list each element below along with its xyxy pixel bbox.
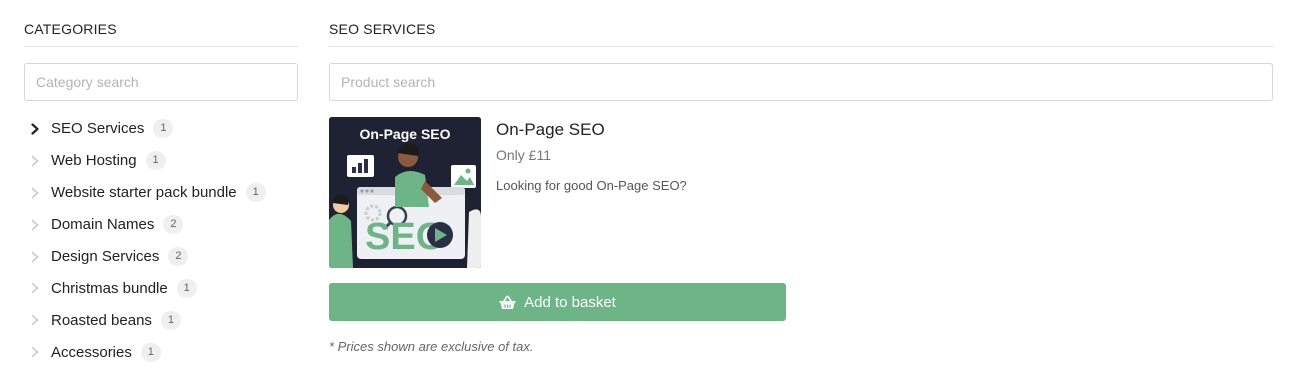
chevron-right-icon [28, 154, 42, 168]
category-list: SEO Services 1 Web Hosting 1 Website sta… [24, 113, 298, 368]
category-item-website-starter-pack-bundle[interactable]: Website starter pack bundle 1 [24, 177, 298, 209]
product-name[interactable]: On-Page SEO [496, 120, 687, 140]
category-item-christmas-bundle[interactable]: Christmas bundle 1 [24, 272, 298, 304]
category-item-domain-names[interactable]: Domain Names 2 [24, 209, 298, 241]
product-description: Looking for good On-Page SEO? [496, 178, 687, 193]
category-item-web-hosting[interactable]: Web Hosting 1 [24, 145, 298, 177]
category-item-roasted-beans[interactable]: Roasted beans 1 [24, 304, 298, 336]
categories-heading: CATEGORIES [24, 21, 117, 37]
category-divider [329, 46, 1273, 47]
tax-note: * Prices shown are exclusive of tax. [329, 339, 533, 354]
category-label: Domain Names [51, 216, 154, 233]
category-label: SEO Services [51, 120, 144, 137]
category-count-badge: 1 [153, 119, 173, 138]
chevron-right-icon [28, 186, 42, 200]
chevron-right-icon [28, 313, 42, 327]
categories-divider [24, 46, 298, 47]
chevron-right-icon [28, 345, 42, 359]
product-search-input[interactable] [329, 63, 1273, 101]
category-item-accessories[interactable]: Accessories 1 [24, 336, 298, 368]
product-image[interactable]: On-Page SEO SEO [329, 117, 481, 268]
add-to-basket-label: Add to basket [524, 294, 616, 311]
chevron-right-icon [28, 250, 42, 264]
chevron-right-icon [28, 218, 42, 232]
product-card: On-Page SEO SEO [329, 117, 785, 268]
category-count-badge: 1 [146, 151, 166, 170]
category-search-input[interactable] [24, 63, 298, 101]
category-item-seo-services[interactable]: SEO Services 1 [24, 113, 298, 145]
category-item-design-services[interactable]: Design Services 2 [24, 241, 298, 273]
category-label: Web Hosting [51, 152, 137, 169]
add-to-basket-button[interactable]: Add to basket [329, 283, 786, 321]
category-count-badge: 1 [161, 311, 181, 330]
basket-icon [499, 295, 516, 310]
category-label: Website starter pack bundle [51, 184, 237, 201]
category-count-badge: 2 [163, 215, 183, 234]
product-info: On-Page SEO Only £11 Looking for good On… [496, 117, 687, 193]
product-price: Only £11 [496, 147, 687, 163]
category-label: Christmas bundle [51, 280, 168, 297]
category-count-badge: 2 [168, 247, 188, 266]
chevron-right-icon [28, 122, 42, 136]
category-label: Roasted beans [51, 312, 152, 329]
chevron-right-icon [28, 281, 42, 295]
category-label: Accessories [51, 344, 132, 361]
category-count-badge: 1 [246, 183, 266, 202]
category-label: Design Services [51, 248, 159, 265]
category-count-badge: 1 [177, 279, 197, 298]
category-count-badge: 1 [141, 343, 161, 362]
product-image-caption: On-Page SEO [359, 126, 450, 142]
category-heading: SEO SERVICES [329, 21, 435, 37]
